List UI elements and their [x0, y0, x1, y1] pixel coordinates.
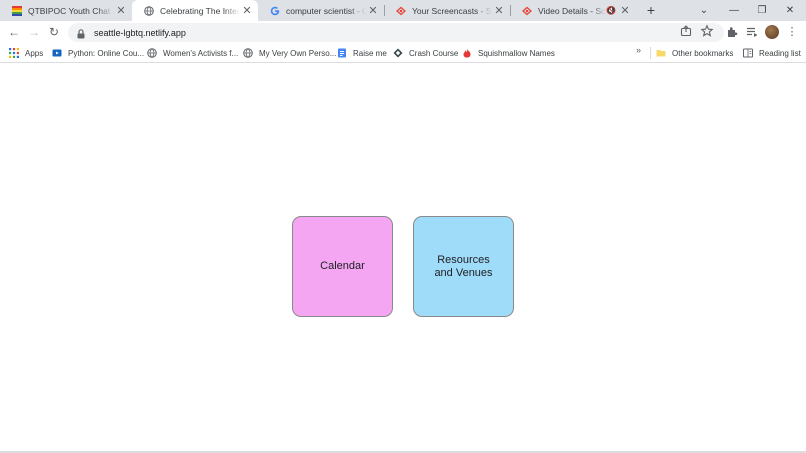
- bookmark-label: Reading list: [759, 48, 801, 58]
- tab-title: Video Details - Screen: [538, 5, 606, 16]
- close-tab-icon[interactable]: ✕: [618, 4, 632, 18]
- reload-icon[interactable]: ↻: [46, 24, 62, 40]
- browser-toolbar: ← → ↻ seattle-lgbtq.netlify.app: [0, 21, 806, 43]
- bookmark-womens-activists[interactable]: Women's Activists f...: [147, 45, 238, 61]
- media-queue-icon[interactable]: [745, 25, 759, 39]
- close-tab-icon[interactable]: ✕: [366, 4, 380, 18]
- bookmark-raise-me[interactable]: Raise me: [337, 45, 387, 61]
- calendar-card-label: Calendar: [320, 260, 365, 272]
- folder-icon: [656, 48, 666, 58]
- resources-card-label-line2: and Venues: [434, 266, 493, 279]
- new-tab-button[interactable]: +: [643, 2, 659, 18]
- bookmark-python-online-course[interactable]: Python: Online Cou...: [52, 45, 144, 61]
- star-icon[interactable]: [700, 24, 714, 38]
- bookmark-label: Apps: [25, 48, 44, 58]
- back-arrow-icon[interactable]: ←: [6, 24, 22, 40]
- tab-strip: QTBIPOC Youth Chat | Eve ✕ Celebrating T…: [0, 0, 806, 21]
- bookmark-squishmallow-names[interactable]: Squishmallow Names: [462, 45, 555, 61]
- calendar-card[interactable]: Calendar: [292, 216, 393, 317]
- bookmark-label: My Very Own Perso...: [259, 48, 337, 58]
- profile-avatar[interactable]: [765, 25, 779, 39]
- page-content: Calendar Resources and Venues: [0, 64, 806, 453]
- share-icon[interactable]: [679, 24, 693, 38]
- bookmark-label: Crash Course: [409, 48, 459, 58]
- bookmark-label: Raise me: [353, 48, 387, 58]
- tab-title: computer scientist - Goog: [286, 5, 366, 16]
- resources-and-venues-card[interactable]: Resources and Venues: [413, 216, 514, 317]
- extensions-puzzle-icon[interactable]: [725, 25, 739, 39]
- lock-icon[interactable]: [75, 27, 87, 39]
- bookmark-label: Other bookmarks: [672, 48, 734, 58]
- speaker-muted-icon[interactable]: 🔇: [606, 6, 616, 15]
- resources-card-label: Resources and Venues: [434, 254, 492, 280]
- address-bar[interactable]: seattle-lgbtq.netlify.app: [68, 23, 724, 42]
- tab-title: Celebrating The Intersectio: [160, 5, 240, 16]
- bookmark-apps[interactable]: Apps: [9, 45, 43, 61]
- bookmark-crash-course[interactable]: Crash Course: [393, 45, 458, 61]
- tab-your-screencasts[interactable]: Your Screencasts - Screen ✕: [384, 0, 510, 21]
- bookmark-separator: [650, 47, 651, 59]
- tab-title: QTBIPOC Youth Chat | Eve: [28, 5, 114, 16]
- resources-card-label-line1: Resources: [437, 253, 490, 266]
- tab-celebrating[interactable]: Celebrating The Intersectio ✕: [132, 0, 258, 21]
- close-tab-icon[interactable]: ✕: [114, 4, 128, 18]
- close-tab-icon[interactable]: ✕: [240, 4, 254, 18]
- close-tab-icon[interactable]: ✕: [492, 4, 506, 18]
- tab-qtbipoc[interactable]: QTBIPOC Youth Chat | Eve ✕: [0, 0, 132, 21]
- globe-icon: [147, 48, 157, 58]
- doc-icon: [337, 48, 347, 58]
- globe-icon: [144, 5, 154, 16]
- fire-icon: [462, 48, 472, 58]
- crash-course-icon: [393, 48, 403, 58]
- tab-search-chevron-icon[interactable]: ⌄: [690, 0, 718, 21]
- minimize-icon[interactable]: —: [720, 0, 748, 21]
- restore-icon[interactable]: ❐: [748, 0, 776, 21]
- bookmark-other-bookmarks[interactable]: Other bookmarks: [656, 45, 733, 61]
- apps-grid-icon: [9, 48, 19, 58]
- rainbow-flag-icon: [12, 5, 22, 16]
- close-window-icon[interactable]: ✕: [776, 0, 804, 21]
- bookmark-label: Python: Online Cou...: [68, 48, 145, 58]
- bookmark-my-very-own[interactable]: My Very Own Perso...: [243, 45, 336, 61]
- bookmark-label: Squishmallow Names: [478, 48, 555, 58]
- tab-title: Your Screencasts - Screen: [412, 5, 492, 16]
- video-icon: [52, 48, 62, 58]
- screencastify-icon: [522, 6, 532, 16]
- reading-list-icon: [743, 48, 753, 58]
- forward-arrow-icon[interactable]: →: [26, 24, 42, 40]
- url-text: seattle-lgbtq.netlify.app: [94, 27, 186, 38]
- globe-icon: [243, 48, 253, 58]
- tab-google-search[interactable]: computer scientist - Goog ✕: [258, 0, 384, 21]
- google-icon: [270, 6, 280, 16]
- bookmarks-overflow-chevron[interactable]: »: [636, 45, 641, 55]
- bookmark-label: Women's Activists f...: [163, 48, 239, 58]
- screencastify-icon: [396, 6, 406, 16]
- more-menu-icon[interactable]: ⋮: [786, 24, 798, 40]
- tab-video-details[interactable]: Video Details - Screen 🔇 ✕: [510, 0, 636, 21]
- reading-list-button[interactable]: Reading list: [743, 45, 801, 61]
